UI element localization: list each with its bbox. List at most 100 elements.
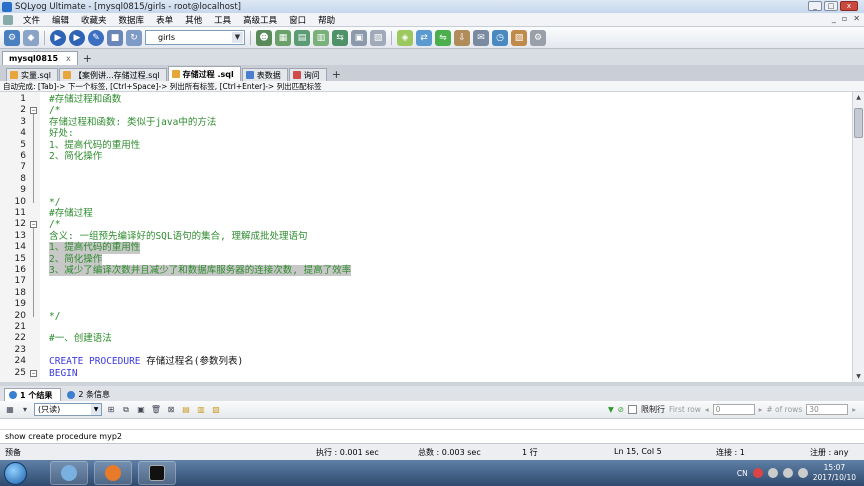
code-line[interactable]: 7 <box>0 162 852 173</box>
tab-table-data[interactable]: 表数据 <box>241 68 288 81</box>
connection-tab[interactable]: mysql0815 x <box>2 51 78 65</box>
cancel-icon[interactable]: ⊠ <box>165 404 177 416</box>
close-button[interactable]: x <box>840 1 858 11</box>
code-line[interactable]: 20 */ <box>0 311 852 322</box>
mdi-restore-icon[interactable]: ▫ <box>842 14 847 23</box>
backup-icon[interactable]: ◈ <box>397 29 413 46</box>
refresh-result-icon[interactable]: ▸ <box>852 405 856 414</box>
filter-icon[interactable]: ▼ <box>608 405 614 414</box>
menu-other[interactable]: 其他 <box>179 14 208 26</box>
code-line[interactable]: 6 2、简化操作 <box>0 151 852 162</box>
readonly-select[interactable]: (只读) ▼ <box>34 403 102 416</box>
close-icon[interactable]: x <box>66 54 71 63</box>
start-button[interactable] <box>4 462 27 485</box>
maximize-button[interactable]: □ <box>824 1 838 11</box>
text-mode-icon[interactable]: ▧ <box>210 404 222 416</box>
menu-help[interactable]: 帮助 <box>312 14 341 26</box>
code-line[interactable]: 4 好处: <box>0 128 852 139</box>
user-manager-icon[interactable]: ☻ <box>256 29 272 46</box>
menu-favorites[interactable]: 收藏夹 <box>75 14 113 26</box>
code-line[interactable]: 18 <box>0 288 852 299</box>
tab-query-active[interactable]: 存储过程 .sql <box>167 66 241 81</box>
view-mode-icon[interactable]: ▾ <box>19 404 31 416</box>
code-line[interactable]: 16 3、减少了编译次数并且减少了和数据库服务器的连接次数, 提高了效率 <box>0 265 852 277</box>
limit-rows-checkbox[interactable] <box>628 405 638 414</box>
add-query-tab-icon[interactable]: + <box>332 68 341 81</box>
rows-input[interactable]: 30 <box>806 404 849 415</box>
code-line[interactable]: 23 <box>0 345 852 356</box>
execute-query-icon[interactable]: ▶ <box>50 29 66 46</box>
code-line[interactable]: 25− BEGIN <box>0 368 852 379</box>
code-line[interactable]: 13 含义: 一组预先编译好的SQL语句的集合, 理解成批处理语句 <box>0 231 852 242</box>
code-line[interactable]: 19 <box>0 299 852 310</box>
menu-file[interactable]: 文件 <box>17 14 46 26</box>
reset-filter-icon[interactable]: ⊘ <box>618 405 624 414</box>
mdi-minimize-icon[interactable]: _ <box>832 14 836 23</box>
alter-table-icon[interactable]: ▤ <box>294 29 310 46</box>
taskbar-cmd[interactable] <box>138 461 176 485</box>
profiler-icon[interactable]: ▨ <box>511 29 527 46</box>
first-row-input[interactable]: 0 <box>712 404 755 415</box>
result-grid[interactable] <box>0 419 864 429</box>
menu-database[interactable]: 数据库 <box>113 14 151 26</box>
ime-indicator[interactable]: CN <box>737 469 748 478</box>
fold-toggle-icon[interactable]: − <box>30 107 37 115</box>
data-sync-icon[interactable]: ⇄ <box>416 29 432 46</box>
sql-editor[interactable]: 1 #存储过程和函数 2−/* 3 存储过程和函数: 类似于java中的方法 4 好处: 5 1… <box>0 92 852 382</box>
taskbar-clock[interactable]: 15:07 2017/10/10 <box>813 463 856 483</box>
minimize-button[interactable]: _ <box>808 1 822 11</box>
code-line[interactable]: 8 <box>0 174 852 185</box>
code-line[interactable]: 2− /* <box>0 105 852 116</box>
duplicate-row-icon[interactable]: ⧉ <box>120 404 132 416</box>
execute-all-icon[interactable]: ▶ <box>69 29 85 46</box>
code-line[interactable]: 14 1、提高代码的重用性 <box>0 242 852 254</box>
scroll-up-icon[interactable]: ▲ <box>853 92 864 103</box>
code-line[interactable]: 10 */ <box>0 197 852 208</box>
tab-results[interactable]: 1 个结果 <box>4 388 62 401</box>
tray-icon[interactable] <box>767 468 778 478</box>
grid-view-icon[interactable]: ▦ <box>4 404 16 416</box>
settings-icon[interactable]: ⚙ <box>530 29 546 46</box>
menu-advanced-tools[interactable]: 高级工具 <box>237 14 283 26</box>
create-table-icon[interactable]: ▦ <box>275 29 291 46</box>
menu-edit[interactable]: 编辑 <box>46 14 75 26</box>
menu-tools[interactable]: 工具 <box>208 14 237 26</box>
stop-query-icon[interactable]: ■ <box>107 29 123 46</box>
volume-icon[interactable] <box>797 468 808 478</box>
tab-query-1[interactable]: 实量.sql <box>6 68 59 81</box>
notification-icon[interactable]: ✉ <box>473 29 489 46</box>
new-connection-icon[interactable]: ⚙ <box>4 29 20 46</box>
mdi-icon[interactable] <box>3 14 13 25</box>
code-line[interactable]: 3 存储过程和函数: 类似于java中的方法 <box>0 117 852 128</box>
code-line[interactable]: 5 1、提高代码的重用性 <box>0 140 852 151</box>
taskbar-sqlyog[interactable] <box>50 461 88 485</box>
code-line[interactable]: 22 #一、创建语法 <box>0 333 852 344</box>
menu-window[interactable]: 窗口 <box>283 14 312 26</box>
add-connection-icon[interactable]: + <box>83 52 92 65</box>
code-line[interactable]: 9 <box>0 185 852 196</box>
form-mode-icon[interactable]: ▥ <box>195 404 207 416</box>
fold-toggle-icon[interactable]: − <box>30 221 37 229</box>
connection-manager-icon[interactable]: ◆ <box>23 29 39 46</box>
code-line[interactable]: 11 #存储过程 <box>0 208 852 219</box>
tab-query-info[interactable]: 询问 <box>288 68 327 81</box>
schema-sync-icon[interactable]: ⇋ <box>435 29 451 46</box>
manage-index-icon[interactable]: ▥ <box>313 29 329 46</box>
next-page-icon[interactable]: ▸ <box>759 405 763 414</box>
tab-messages[interactable]: 2 条信息 <box>63 388 118 401</box>
query-builder-icon[interactable]: ▧ <box>370 29 386 46</box>
code-line[interactable]: 15 2、简化操作 <box>0 253 852 265</box>
code-line[interactable]: 1 #存储过程和函数 <box>0 94 852 105</box>
delete-icon[interactable]: 🗑 <box>150 404 162 416</box>
database-select[interactable]: girls ▼ <box>145 30 245 45</box>
mdi-close-icon[interactable]: ✕ <box>853 14 860 23</box>
save-icon[interactable]: ▣ <box>135 404 147 416</box>
grid-mode-icon[interactable]: ▤ <box>180 404 192 416</box>
refresh-icon[interactable]: ↻ <box>126 29 142 46</box>
sogou-icon[interactable] <box>752 468 763 478</box>
prev-page-icon[interactable]: ◂ <box>705 405 709 414</box>
taskbar-firefox[interactable] <box>94 461 132 485</box>
import-icon[interactable]: ⇩ <box>454 29 470 46</box>
menu-table[interactable]: 表单 <box>150 14 179 26</box>
code-line[interactable]: 12− /* <box>0 219 852 230</box>
